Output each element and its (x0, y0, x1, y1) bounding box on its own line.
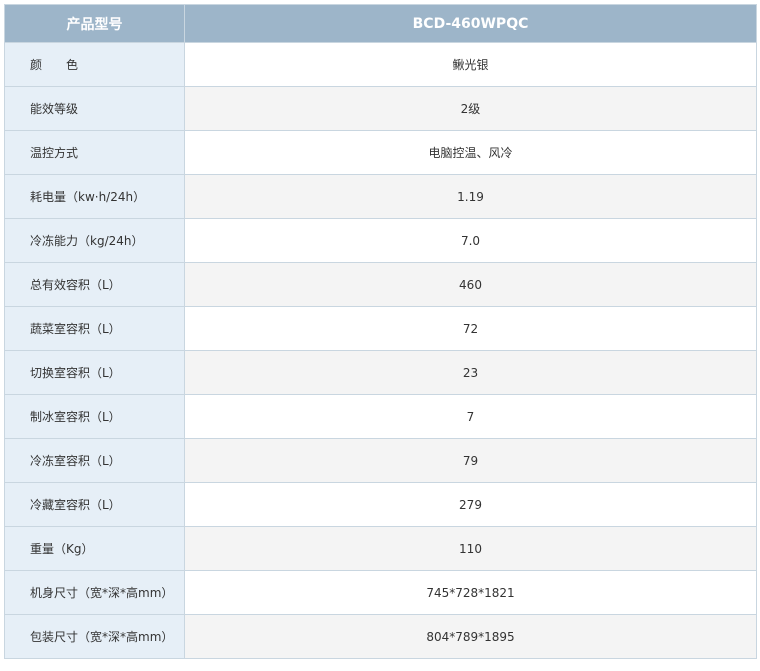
spec-value: 72 (184, 306, 757, 351)
spec-value: 79 (184, 438, 757, 483)
spec-value: 460 (184, 262, 757, 307)
spec-value: 7.0 (184, 218, 757, 263)
table-row: 冷冻室容积（L） 79 (4, 438, 757, 483)
spec-label: 重量（Kg） (4, 526, 185, 571)
spec-value: 23 (184, 350, 757, 395)
spec-table: 产品型号 BCD-460WPQC 颜 色 鳅光银 能效等级 2级 温控方式 电脑… (4, 4, 757, 659)
header-model-cell: BCD-460WPQC (184, 4, 757, 43)
spec-label: 能效等级 (4, 86, 185, 131)
spec-label: 切换室容积（L） (4, 350, 185, 395)
table-row: 制冰室容积（L） 7 (4, 394, 757, 439)
table-row: 冷冻能力（kg/24h） 7.0 (4, 218, 757, 263)
header-label-cell: 产品型号 (4, 4, 185, 43)
spec-value: 110 (184, 526, 757, 571)
table-row: 包装尺寸（宽*深*高mm） 804*789*1895 (4, 614, 757, 659)
spec-value: 电脑控温、风冷 (184, 130, 757, 175)
spec-label: 蔬菜室容积（L） (4, 306, 185, 351)
spec-label: 包装尺寸（宽*深*高mm） (4, 614, 185, 659)
table-row: 切换室容积（L） 23 (4, 350, 757, 395)
spec-label: 冷藏室容积（L） (4, 482, 185, 527)
spec-label: 冷冻能力（kg/24h） (4, 218, 185, 263)
spec-value: 鳅光银 (184, 42, 757, 87)
table-row: 能效等级 2级 (4, 86, 757, 131)
table-row: 温控方式 电脑控温、风冷 (4, 130, 757, 175)
spec-label: 总有效容积（L） (4, 262, 185, 307)
spec-value: 2级 (184, 86, 757, 131)
spec-label: 耗电量（kw·h/24h） (4, 174, 185, 219)
table-header-row: 产品型号 BCD-460WPQC (4, 4, 757, 43)
spec-value: 1.19 (184, 174, 757, 219)
table-row: 颜 色 鳅光银 (4, 42, 757, 87)
spec-value: 7 (184, 394, 757, 439)
spec-label: 温控方式 (4, 130, 185, 175)
spec-value: 745*728*1821 (184, 570, 757, 615)
table-row: 重量（Kg） 110 (4, 526, 757, 571)
spec-label: 冷冻室容积（L） (4, 438, 185, 483)
spec-label: 制冰室容积（L） (4, 394, 185, 439)
spec-value: 804*789*1895 (184, 614, 757, 659)
table-row: 蔬菜室容积（L） 72 (4, 306, 757, 351)
spec-label: 颜 色 (4, 42, 185, 87)
table-row: 耗电量（kw·h/24h） 1.19 (4, 174, 757, 219)
table-row: 总有效容积（L） 460 (4, 262, 757, 307)
spec-label: 机身尺寸（宽*深*高mm） (4, 570, 185, 615)
spec-value: 279 (184, 482, 757, 527)
table-row: 冷藏室容积（L） 279 (4, 482, 757, 527)
table-row: 机身尺寸（宽*深*高mm） 745*728*1821 (4, 570, 757, 615)
